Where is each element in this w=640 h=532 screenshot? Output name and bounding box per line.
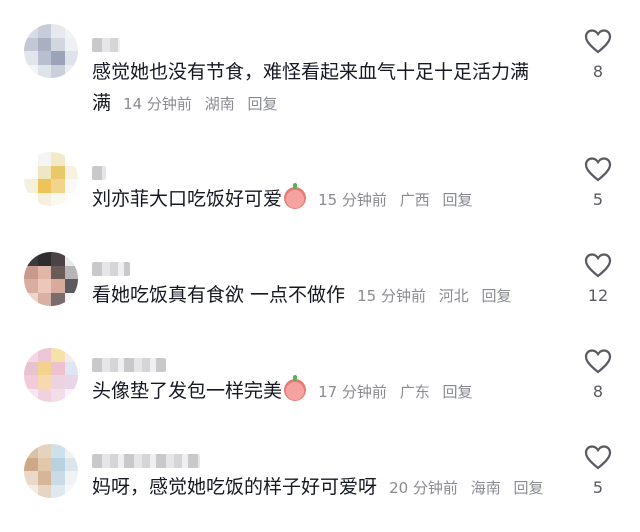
like-button[interactable]: 12 [570,252,626,305]
like-button[interactable]: 8 [570,28,626,81]
username-blurred[interactable] [92,166,106,180]
comment-text-row: 看她吃饭真有食欲 一点不做作 15 分钟前 河北 回复 [92,280,548,311]
avatar[interactable] [24,24,78,78]
comment-text-row: 妈呀，感觉她吃饭的样子好可爱呀 20 分钟前 海南 回复 [92,472,548,503]
comment-text-line2: 满 [92,92,112,114]
heart-icon [584,29,612,54]
heart-icon [584,445,612,470]
comment-time: 20 分钟前 [389,479,458,497]
avatar[interactable] [24,348,78,402]
username-blurred[interactable] [92,38,120,52]
like-button[interactable]: 5 [570,444,626,497]
comment-location: 广东 [399,383,430,401]
reply-button[interactable]: 回复 [443,191,473,209]
comment-location: 河北 [438,287,469,305]
comment-location: 广西 [399,191,430,209]
comment-meta: 14 分钟前 湖南 回复 [123,95,285,113]
emoji-icon [284,375,307,401]
comment-meta: 17 分钟前 广东 回复 [318,383,480,401]
emoji-icon [284,183,307,209]
heart-icon [584,157,612,182]
reply-button[interactable]: 回复 [514,479,544,497]
comment-meta: 15 分钟前 河北 回复 [357,287,519,305]
like-count: 5 [592,478,604,497]
comment-text-row: 刘亦菲大口吃饭好可爱 15 分钟前 广西 回复 [92,183,548,215]
comment-text: 感觉她也没有节食，难怪看起来血气十足十足活力满 [92,61,530,83]
comment-text: 妈呀，感觉她吃饭的样子好可爱呀 [92,476,378,498]
comment-text: 刘亦菲大口吃饭好可爱 [92,188,283,210]
avatar[interactable] [24,444,78,498]
comment-text-cont: 满 14 分钟前 湖南 回复 [92,88,548,119]
avatar[interactable] [24,252,78,306]
like-button[interactable]: 5 [570,156,626,209]
username-blurred[interactable] [92,454,200,468]
like-count: 5 [592,190,604,209]
like-button[interactable]: 8 [570,348,626,401]
reply-button[interactable]: 回复 [248,95,278,113]
reply-button[interactable]: 回复 [482,287,512,305]
comment-location: 湖南 [204,95,235,113]
like-count: 8 [592,382,604,401]
comment-text-row: 头像垫了发包一样完美 17 分钟前 广东 回复 [92,375,548,407]
username-blurred[interactable] [92,358,166,372]
comment-time: 15 分钟前 [357,287,426,305]
like-count: 12 [587,286,609,305]
comment-text: 看她吃饭真有食欲 一点不做作 [92,284,346,306]
comment-time: 15 分钟前 [318,191,387,209]
comment-time: 17 分钟前 [318,383,387,401]
heart-icon [584,253,612,278]
like-count: 8 [592,62,604,81]
username-blurred[interactable] [92,262,130,276]
heart-icon [584,349,612,374]
reply-button[interactable]: 回复 [443,383,473,401]
comment-text: 头像垫了发包一样完美 [92,380,283,402]
comment-meta: 15 分钟前 广西 回复 [318,191,480,209]
comment-time: 14 分钟前 [123,95,192,113]
avatar[interactable] [24,152,78,206]
comment-location: 海南 [470,479,501,497]
comment-meta: 20 分钟前 海南 回复 [389,479,551,497]
